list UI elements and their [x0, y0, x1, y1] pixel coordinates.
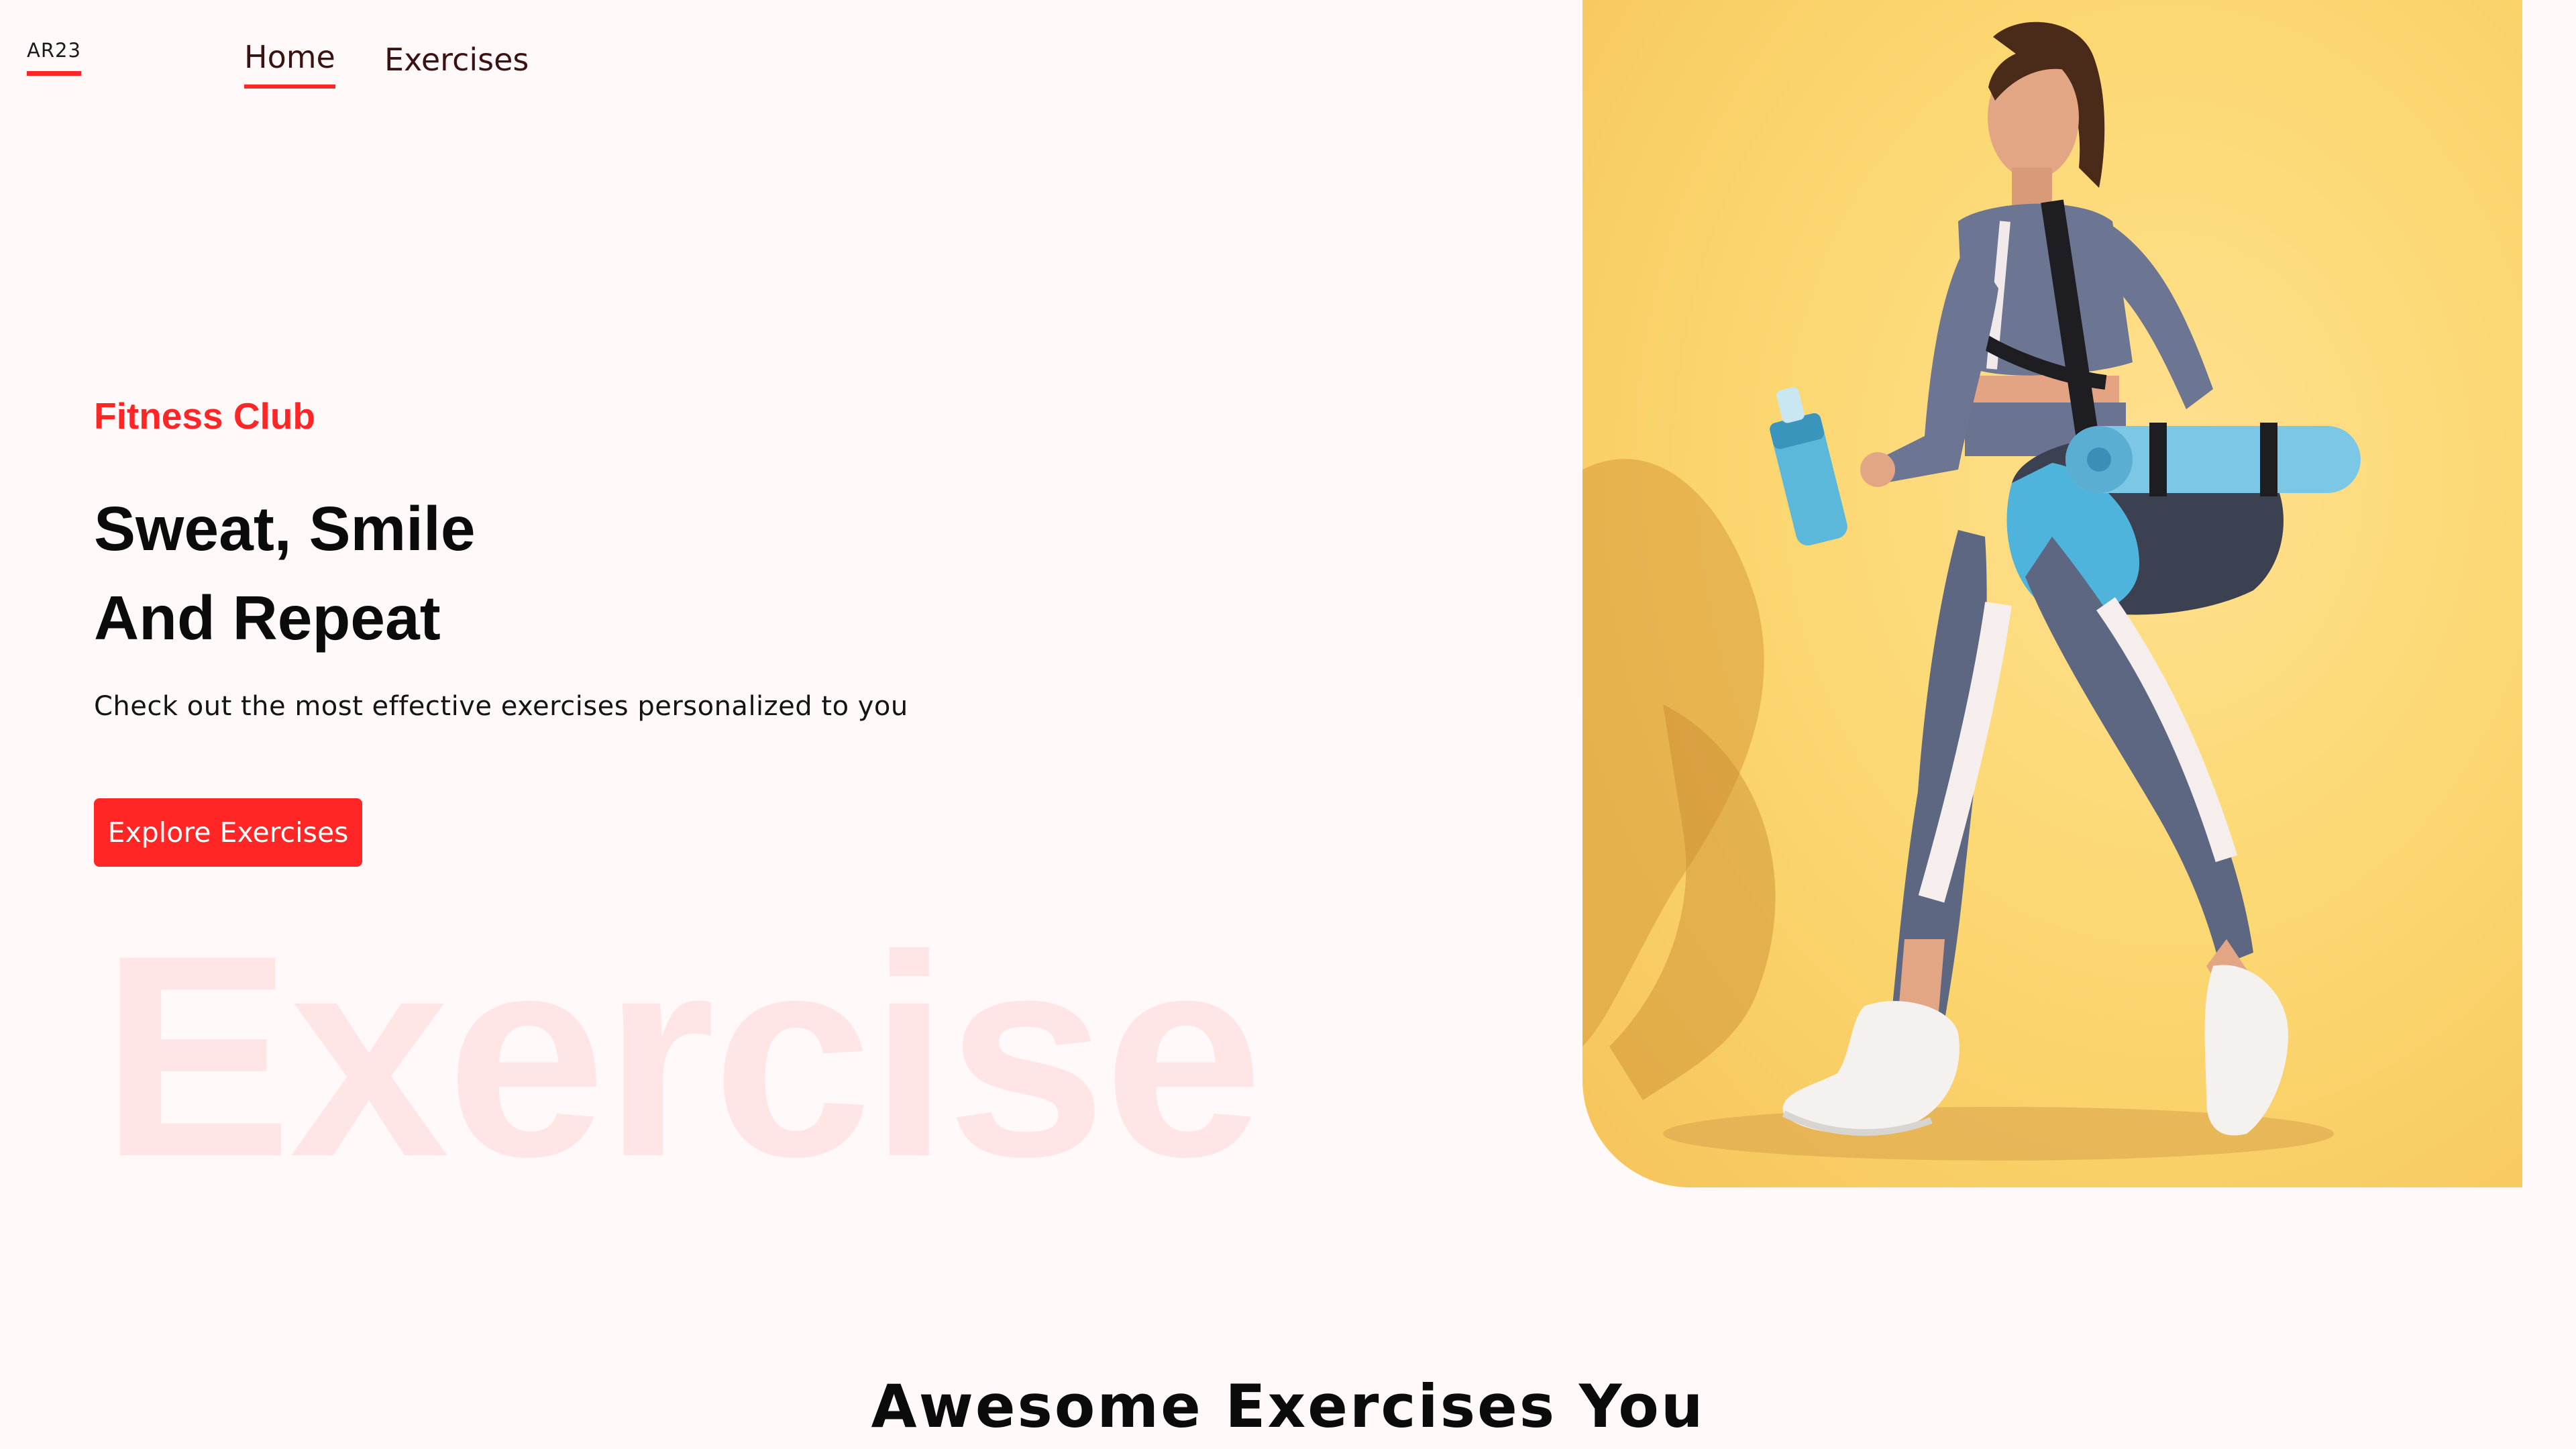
- top-navbar: AR23 Home Exercises: [0, 0, 1543, 94]
- hero-banner-image: [1582, 0, 2522, 1187]
- nav-link-home[interactable]: Home: [244, 39, 335, 89]
- hero-title: Sweat, Smile And Repeat: [94, 484, 476, 663]
- section-heading: Awesome Exercises You: [871, 1372, 1705, 1441]
- logo[interactable]: AR23: [27, 39, 81, 76]
- hero-tagline: Fitness Club: [94, 395, 316, 437]
- page: AR23 Home Exercises Exercise Fitness Clu…: [0, 0, 2576, 1449]
- explore-exercises-button[interactable]: Explore Exercises: [94, 798, 362, 867]
- nav-link-exercises[interactable]: Exercises: [384, 42, 529, 78]
- hero-subtitle: Check out the most effective exercises p…: [94, 691, 908, 722]
- hero-watermark-text: Exercise: [101, 896, 1263, 1216]
- hero-title-line-2: And Repeat: [94, 583, 441, 653]
- woman-walking-illustration: [1582, 21, 2361, 1161]
- hero-title-line-1: Sweat, Smile: [94, 494, 476, 564]
